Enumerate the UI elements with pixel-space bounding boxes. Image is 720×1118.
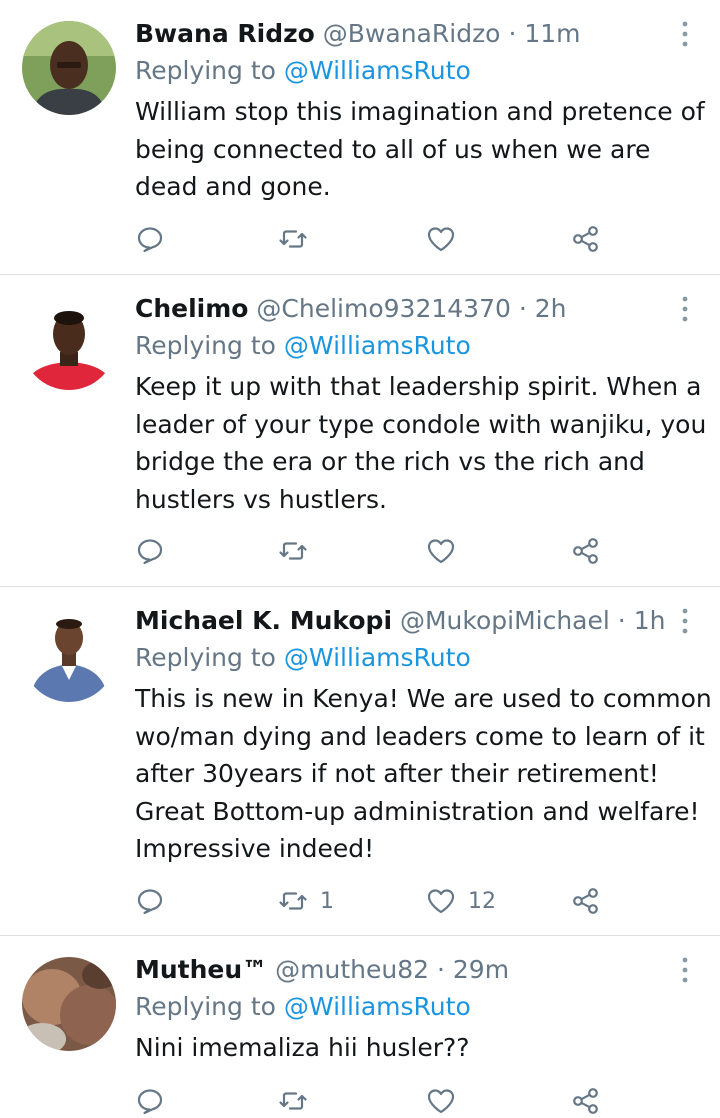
tweet-text: Keep it up with that leadership spirit. … [135, 368, 707, 518]
retweet-icon [279, 892, 307, 910]
like-count: 12 [468, 888, 496, 914]
more-options-icon[interactable] [680, 608, 690, 634]
display-name[interactable]: Bwana Ridzo [135, 19, 315, 48]
timestamp[interactable]: 2h [535, 294, 567, 323]
action-bar [135, 1084, 615, 1118]
timestamp[interactable]: 11m [524, 19, 580, 48]
mention-link[interactable]: @WilliamsRuto [284, 992, 471, 1021]
retweet-count: 1 [320, 888, 334, 914]
reply-icon [137, 227, 163, 253]
replying-to-label: Replying to [135, 643, 276, 672]
share-button[interactable] [571, 534, 601, 568]
reply-button[interactable] [135, 534, 165, 568]
share-icon [573, 226, 598, 252]
separator-dot: · [436, 955, 445, 984]
replying-to-label: Replying to [135, 331, 276, 360]
display-name[interactable]: Mutheu™ [135, 955, 267, 984]
share-icon [573, 1088, 598, 1114]
separator-dot: · [617, 606, 626, 635]
reply-button[interactable] [135, 1084, 165, 1118]
tweet[interactable]: Chelimo @Chelimo93214370 · 2h Replying t… [0, 275, 720, 587]
avatar[interactable] [22, 296, 116, 390]
tweet-text-line: leader of your type condole with wanjiku… [135, 409, 707, 439]
tweet-text: William stop this imagination and preten… [135, 93, 705, 206]
retweet-icon [279, 542, 307, 560]
action-bar [135, 222, 615, 256]
replying-to-label: Replying to [135, 992, 276, 1021]
tweet-text-line: after 30years if not after their retirem… [135, 759, 659, 788]
mention-link[interactable]: @WilliamsRuto [284, 56, 471, 85]
tweet[interactable]: Bwana Ridzo @BwanaRidzo · 11m Replying t… [0, 0, 720, 275]
share-icon [573, 888, 598, 914]
replying-to: Replying to @WilliamsRuto [135, 643, 471, 673]
share-icon [573, 538, 598, 564]
timestamp[interactable]: 29m [453, 955, 509, 984]
tweet[interactable]: Michael K. Mukopi @MukopiMichael · 1h Re… [0, 587, 720, 936]
mention-link[interactable]: @WilliamsRuto [284, 331, 471, 360]
like-button[interactable]: 12 [426, 884, 496, 918]
like-button[interactable] [426, 222, 468, 256]
tweet-text-line: bridge the era or the rich vs the rich a… [135, 447, 645, 476]
retweet-button[interactable] [278, 534, 320, 568]
retweet-button[interactable] [278, 222, 320, 256]
like-icon [427, 539, 455, 564]
tweet[interactable]: Mutheu™ @mutheu82 · 29m Replying to @Wil… [0, 936, 720, 1118]
reply-icon [137, 889, 163, 915]
replying-to: Replying to @WilliamsRuto [135, 331, 471, 361]
tweet-text-line: wo/man dying and leaders come to learn o… [135, 721, 705, 751]
user-handle[interactable]: @mutheu82 [275, 955, 429, 984]
avatar[interactable] [22, 21, 116, 115]
tweet-text-line: Impressive indeed! [135, 834, 375, 863]
tweet-text-line: Great Bottom-up administration and welfa… [135, 796, 700, 826]
like-button[interactable] [426, 1084, 468, 1118]
separator-dot: · [518, 294, 527, 323]
more-options-icon[interactable] [680, 296, 690, 322]
like-icon [427, 889, 455, 914]
like-icon [427, 1089, 455, 1114]
tweet-text: This is new in Kenya! We are used to com… [135, 680, 712, 868]
avatar[interactable] [22, 608, 116, 702]
reply-button[interactable] [135, 884, 165, 918]
share-button[interactable] [571, 222, 601, 256]
tweet-text-line: being connected to all of us when we are [135, 134, 651, 164]
reply-icon [137, 539, 163, 565]
like-button[interactable] [426, 534, 468, 568]
tweet-text-line: This is new in Kenya! We are used to com… [135, 684, 712, 713]
retweet-icon [279, 1092, 307, 1110]
retweet-button[interactable]: 1 [278, 884, 334, 918]
share-button[interactable] [571, 884, 601, 918]
separator-dot: · [508, 19, 517, 48]
tweet-text-line: dead and gone. [135, 172, 331, 201]
more-options-icon[interactable] [680, 957, 690, 983]
retweet-button[interactable] [278, 1084, 320, 1118]
tweet-text-line: Keep it up with that leadership spirit. … [135, 372, 702, 401]
tweet-text-line: William stop this imagination and preten… [135, 97, 705, 126]
user-handle[interactable]: @BwanaRidzo [323, 19, 501, 48]
timestamp[interactable]: 1h [634, 606, 666, 635]
tweet-text-line: Nini imemaliza hii husler?? [135, 1033, 470, 1062]
share-button[interactable] [571, 1084, 601, 1118]
display-name[interactable]: Chelimo [135, 294, 248, 323]
more-options-icon[interactable] [680, 21, 690, 47]
avatar[interactable] [22, 957, 116, 1051]
action-bar [135, 534, 615, 568]
like-icon [427, 227, 455, 252]
tweet-text: Nini imemaliza hii husler?? [135, 1029, 700, 1067]
display-name[interactable]: Michael K. Mukopi [135, 606, 392, 635]
tweet-text-line: hustlers vs hustlers. [135, 484, 387, 514]
replying-to: Replying to @WilliamsRuto [135, 992, 471, 1022]
reply-button[interactable] [135, 222, 165, 256]
replying-to-label: Replying to [135, 56, 276, 85]
user-handle[interactable]: @MukopiMichael [400, 606, 610, 635]
retweet-icon [279, 230, 307, 248]
mention-link[interactable]: @WilliamsRuto [284, 643, 471, 672]
user-handle[interactable]: @Chelimo93214370 [256, 294, 510, 323]
replying-to: Replying to @WilliamsRuto [135, 56, 471, 86]
reply-icon [137, 1089, 163, 1115]
action-bar: 1 12 [135, 884, 615, 918]
